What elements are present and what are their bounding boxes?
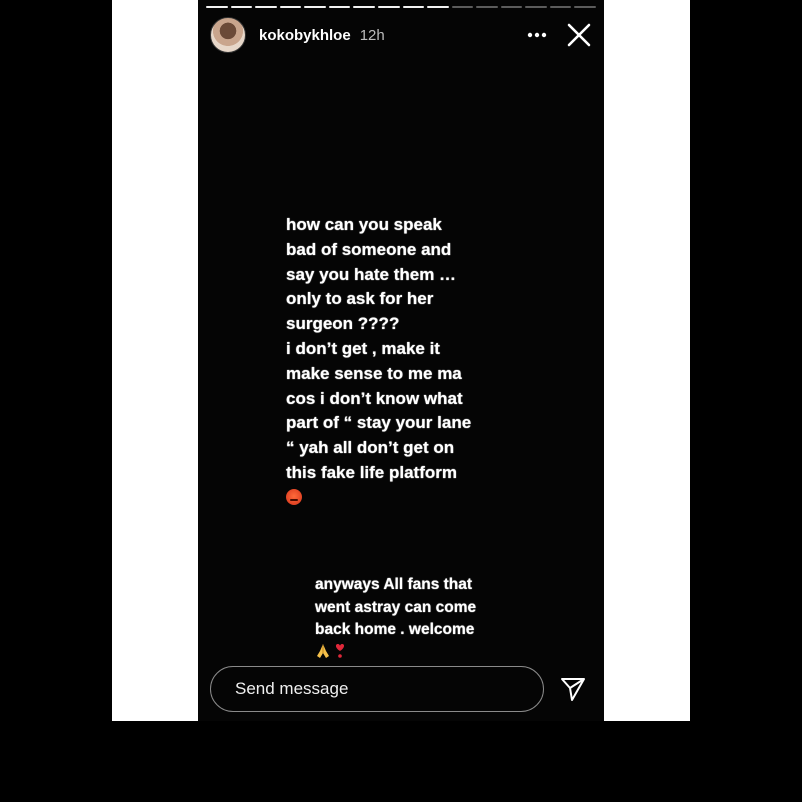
story-caption-main: how can you speak bad of someone and say… [286, 213, 506, 511]
timestamp: 12h [359, 26, 385, 44]
progress-segment [328, 6, 351, 8]
heart-exclamation-emoji [335, 643, 345, 658]
send-icon[interactable] [560, 676, 586, 702]
caption-line: this fake life platform [286, 462, 457, 482]
progress-segment [500, 6, 523, 8]
story-caption-second: anyways All fans that went astray can co… [315, 574, 505, 664]
message-input[interactable] [233, 678, 527, 700]
progress-segment [279, 6, 302, 8]
right-margin-panel [604, 0, 690, 721]
progress-segment [476, 6, 498, 8]
caption-line: make sense to me ma [286, 363, 462, 383]
caption-line: anyways All fans that [315, 576, 473, 593]
send-message-bar[interactable] [210, 666, 544, 712]
progress-segment [304, 6, 326, 8]
progress-segment [206, 6, 228, 8]
progress-segment [353, 6, 375, 8]
folded-hands-emoji [317, 643, 329, 658]
caption-line: back home . welcome [315, 621, 475, 639]
story-viewer[interactable]: kokobykhloe 12h how can you speak bad of… [198, 0, 604, 721]
caption-line: went astray can come [315, 598, 477, 616]
caption-line: part of “ stay your lane [286, 413, 472, 433]
caption-line: how can you speak [286, 215, 442, 234]
story-progress-bar [206, 6, 596, 9]
progress-segment [427, 6, 449, 8]
progress-segment [525, 6, 547, 8]
progress-segment [574, 6, 596, 8]
more-dots-icon[interactable] [524, 22, 550, 48]
progress-segment [255, 6, 277, 8]
caption-line: cos i don’t know what [286, 388, 463, 408]
avatar[interactable] [210, 17, 246, 53]
close-icon[interactable] [566, 22, 592, 48]
progress-segment [451, 6, 474, 8]
angry-face-emoji [286, 488, 302, 505]
progress-segment [230, 6, 253, 8]
caption-line: say you hate them … [286, 264, 457, 284]
progress-segment [402, 6, 425, 8]
username[interactable]: kokobykhloe [259, 27, 351, 44]
caption-line: only to ask for her [286, 289, 434, 309]
progress-segment [549, 6, 572, 8]
left-margin-panel [112, 0, 198, 721]
progress-segment [377, 6, 400, 8]
caption-line: bad of someone and [286, 239, 452, 259]
caption-line: “ yah all don’t get on [286, 438, 455, 458]
caption-line: surgeon ???? [286, 314, 400, 334]
story-header: kokobykhloe 12h [210, 16, 596, 54]
caption-line: i don’t get , make it [286, 338, 440, 358]
